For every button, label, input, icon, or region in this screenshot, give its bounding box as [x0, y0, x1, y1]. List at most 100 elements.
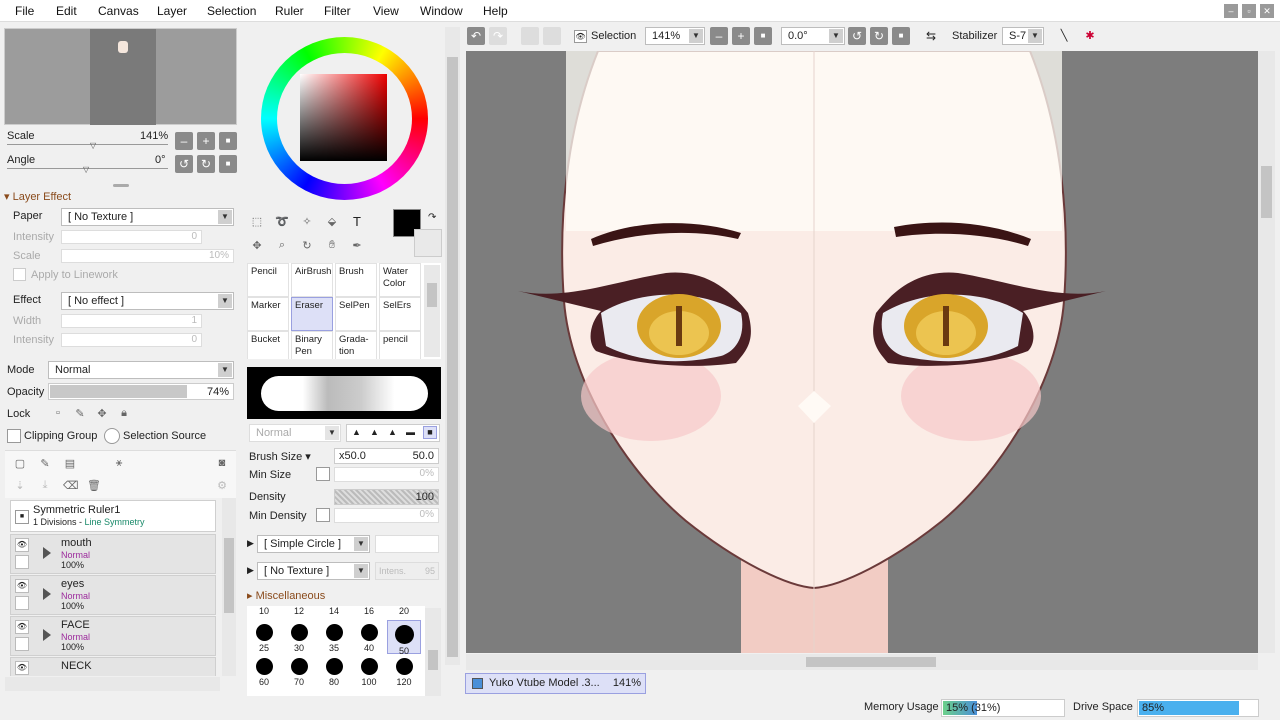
- tool-selers[interactable]: SelErs: [379, 297, 421, 331]
- document-tab[interactable]: Yuko Vtube Model .3... 141%: [465, 673, 646, 694]
- tool-eraser[interactable]: Eraser: [291, 297, 333, 331]
- layer-effect-header[interactable]: ▾ Layer Effect: [4, 190, 71, 203]
- effect-select[interactable]: [ No effect ] ▼: [61, 292, 234, 310]
- new-folder-icon[interactable]: ▤: [63, 457, 77, 470]
- preset-60[interactable]: 60: [247, 654, 281, 688]
- angle-slider-thumb[interactable]: ▽: [83, 165, 89, 174]
- lock-transparency-icon[interactable]: ▫: [51, 407, 65, 419]
- zoom-select[interactable]: 141% ▼: [645, 27, 705, 45]
- rotate-right-button[interactable]: ↻: [197, 155, 215, 173]
- menu-help[interactable]: Help: [483, 4, 508, 18]
- navigator-preview[interactable]: [4, 28, 237, 125]
- brush-blend-select[interactable]: Normal ▼: [249, 424, 341, 442]
- secondary-color-swatch[interactable]: [414, 229, 442, 257]
- shape-trapezoid2-icon[interactable]: ▬: [406, 427, 415, 437]
- toolbar-zoom-reset-button[interactable]: ■: [754, 27, 772, 45]
- paper-texture-select[interactable]: [ No Texture ] ▼: [61, 208, 234, 226]
- scale-slider-thumb[interactable]: ▽: [90, 141, 96, 150]
- layer-select-checkbox[interactable]: [15, 596, 29, 610]
- tool-marker[interactable]: Marker: [247, 297, 289, 331]
- preset-100[interactable]: 100: [352, 654, 386, 688]
- color-wheel[interactable]: [261, 37, 428, 200]
- hand-icon[interactable]: ✋︎: [325, 239, 339, 252]
- texture-intensity-slider[interactable]: Intens. 95: [375, 562, 439, 580]
- flip-horizontal-icon[interactable]: ⇆: [924, 29, 938, 43]
- scrollbar-thumb[interactable]: [447, 57, 458, 657]
- toolbar-zoom-in-button[interactable]: +: [732, 27, 750, 45]
- layer-settings-icon[interactable]: ⚙: [215, 479, 229, 492]
- shape-rect-icon[interactable]: ■: [423, 426, 437, 439]
- menu-window[interactable]: Window: [420, 4, 463, 18]
- menu-edit[interactable]: Edit: [56, 4, 77, 18]
- min-density-slider[interactable]: 0%: [334, 508, 439, 523]
- magic-wand-icon[interactable]: ✧: [300, 215, 314, 228]
- saturation-value-square[interactable]: [300, 74, 387, 161]
- eye-icon[interactable]: 👁︎: [15, 661, 29, 675]
- layer-eyes[interactable]: 👁︎ eyes Normal 100%: [10, 575, 216, 615]
- rotate-icon[interactable]: ↻: [300, 239, 314, 252]
- move-icon[interactable]: ✥: [250, 239, 264, 252]
- preset-70[interactable]: 70: [282, 654, 316, 688]
- canvas-area[interactable]: [466, 51, 1258, 653]
- shape-trapezoid-icon[interactable]: ▲: [388, 427, 397, 437]
- min-size-slider[interactable]: 0%: [334, 467, 439, 482]
- canvas-vscrollbar[interactable]: [1258, 51, 1275, 653]
- ruler-layer[interactable]: ■ Symmetric Ruler1 1 Divisions - Line Sy…: [10, 500, 216, 532]
- redo-button[interactable]: ↷: [489, 27, 507, 45]
- menu-selection[interactable]: Selection: [207, 4, 256, 18]
- misc-header[interactable]: ▸ Miscellaneous: [247, 589, 325, 602]
- new-vector-layer-icon[interactable]: ✎: [38, 457, 52, 470]
- tool-binary-pen[interactable]: Binary Pen: [291, 331, 333, 359]
- texture-expand-icon[interactable]: ▶: [247, 565, 254, 576]
- zoom-in-button[interactable]: +: [197, 132, 215, 150]
- lock-move-icon[interactable]: ✥: [95, 407, 109, 420]
- eye-icon[interactable]: 👁︎: [15, 620, 29, 634]
- tool-watercolor[interactable]: Water Color: [379, 263, 421, 297]
- symmetric-ruler-icon[interactable]: ⚹: [112, 457, 126, 470]
- opacity-slider[interactable]: 74%: [48, 383, 234, 400]
- close-button[interactable]: ✕: [1260, 4, 1274, 18]
- scrollbar-thumb[interactable]: [806, 657, 936, 667]
- panel-splitter[interactable]: [113, 184, 129, 187]
- merge-down-icon[interactable]: ⤓: [38, 479, 52, 492]
- stabilizer-select[interactable]: S-7 ▼: [1002, 27, 1044, 45]
- texture-scale-slider[interactable]: 10%: [61, 249, 234, 263]
- shape-expand-icon[interactable]: ▶: [247, 538, 254, 549]
- width-slider[interactable]: 1: [61, 314, 202, 328]
- toolbar-rotate-reset-button[interactable]: ■: [892, 27, 910, 45]
- effect-intensity-slider[interactable]: 0: [61, 333, 202, 347]
- layer-neck[interactable]: 👁︎ NECK: [10, 657, 216, 676]
- deselect-button[interactable]: [521, 27, 539, 45]
- menu-canvas[interactable]: Canvas: [98, 4, 139, 18]
- menu-layer[interactable]: Layer: [157, 4, 187, 18]
- shape-triangle-icon[interactable]: ▲: [352, 427, 361, 437]
- tool-airbrush[interactable]: AirBrush: [291, 263, 333, 297]
- invert-selection-button[interactable]: [543, 27, 561, 45]
- scale-slider[interactable]: [7, 144, 168, 145]
- menu-ruler[interactable]: Ruler: [275, 4, 304, 18]
- apply-linework-checkbox[interactable]: [13, 268, 26, 281]
- toolbar-zoom-out-button[interactable]: –: [710, 27, 728, 45]
- minimize-button[interactable]: –: [1224, 4, 1238, 18]
- clipping-group-checkbox[interactable]: [7, 429, 21, 443]
- eye-icon[interactable]: 👁︎: [15, 579, 29, 593]
- min-density-checkbox[interactable]: [316, 508, 330, 522]
- preset-50[interactable]: 50: [387, 620, 421, 656]
- text-tool-icon[interactable]: T: [350, 214, 364, 229]
- tool-pencil[interactable]: Pencil: [247, 263, 289, 297]
- delete-layer-icon[interactable]: 🗑︎: [87, 479, 101, 492]
- rect-select-icon[interactable]: ⬚: [250, 215, 264, 228]
- brush-texture-select[interactable]: [ No Texture ] ▼: [257, 562, 370, 580]
- toolbar-rotate-right-button[interactable]: ↻: [870, 27, 888, 45]
- layer-mouth[interactable]: 👁︎ mouth Normal 100%: [10, 534, 216, 574]
- scrollbar-thumb[interactable]: [1261, 166, 1272, 218]
- lock-paint-icon[interactable]: ✎: [73, 407, 87, 420]
- preset-25[interactable]: 25: [247, 620, 281, 654]
- brush-shape-param[interactable]: [375, 535, 439, 553]
- zoom-reset-button[interactable]: ■: [219, 132, 237, 150]
- brush-size-slider[interactable]: x50.0 50.0: [334, 448, 439, 464]
- preset-35[interactable]: 35: [317, 620, 351, 654]
- brush-shape-select[interactable]: [ Simple Circle ] ▼: [257, 535, 370, 553]
- canvas-hscrollbar[interactable]: [466, 654, 1258, 670]
- layer-hscrollbar[interactable]: [5, 677, 220, 691]
